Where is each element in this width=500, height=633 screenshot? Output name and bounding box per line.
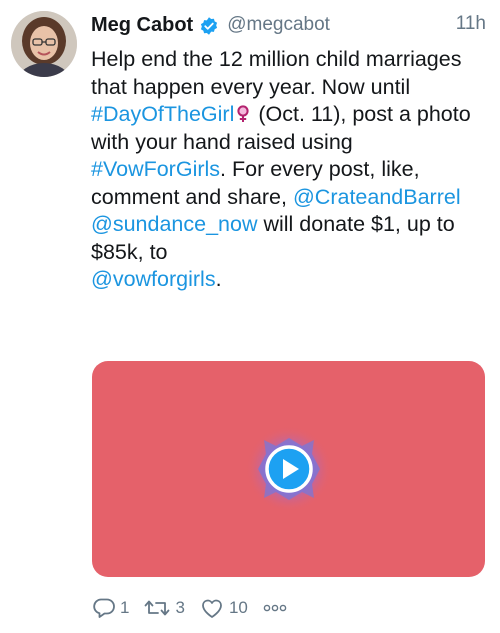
retweet-count: 3 — [175, 598, 185, 617]
mention-crateandbarrel[interactable]: @CrateandBarrel — [293, 185, 461, 209]
verified-badge-icon — [199, 16, 219, 36]
tweet-timestamp[interactable]: 11h — [456, 13, 486, 35]
retweet-button[interactable]: 3 — [143, 597, 185, 619]
avatar[interactable] — [11, 11, 77, 77]
more-button[interactable] — [262, 603, 292, 613]
heart-icon — [202, 599, 222, 618]
reply-button[interactable]: 1 — [92, 597, 129, 619]
author-name[interactable]: Meg Cabot — [91, 14, 193, 37]
like-button[interactable]: 10 — [199, 597, 248, 619]
hashtag-dayofthegirl[interactable]: #DayOfTheGirl — [91, 102, 234, 126]
reply-icon — [93, 598, 115, 618]
author-handle[interactable]: @megcabot — [227, 14, 330, 36]
hashtag-vowforgirls[interactable]: #VowForGirls — [91, 157, 220, 181]
female-sign-icon — [236, 103, 250, 122]
video-media[interactable] — [92, 361, 485, 577]
play-icon — [245, 426, 332, 512]
mention-vowforgirls[interactable]: @vowforgirls — [91, 267, 216, 291]
tweet-content: Meg Cabot @megcabot 11h Help end the 12 … — [91, 10, 486, 294]
more-icon — [263, 604, 287, 612]
tweet[interactable]: Meg Cabot @megcabot 11h Help end the 12 … — [0, 0, 500, 633]
tweet-text: Help end the 12 million child marriages … — [91, 46, 489, 294]
mention-sundance-now[interactable]: @sundance_now — [91, 212, 257, 236]
tweet-text-segment: . — [215, 267, 222, 291]
reply-count: 1 — [120, 598, 130, 617]
tweet-text-segment: Help end the 12 million child marriages … — [91, 47, 462, 99]
play-button[interactable] — [245, 426, 332, 512]
tweet-actions: 1 3 10 — [92, 596, 306, 620]
like-count: 10 — [228, 598, 248, 617]
retweet-icon — [145, 600, 170, 616]
avatar-image — [11, 11, 77, 77]
tweet-header: Meg Cabot @megcabot 11h — [91, 10, 486, 40]
